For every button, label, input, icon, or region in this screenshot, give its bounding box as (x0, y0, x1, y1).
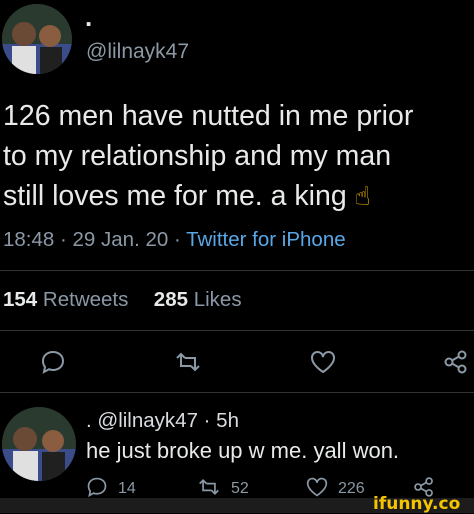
reply-like-count: 226 (338, 480, 365, 497)
reply-header[interactable]: . @lilnayk47 · 5h (86, 409, 239, 433)
reply-text: he just broke up w me. yall won. (86, 438, 400, 463)
reply-retweet-count: 52 (231, 480, 249, 497)
tweet-text-line: still loves me for me. a king ☝ (3, 180, 371, 212)
ifunny-watermark: ifunny.co (373, 494, 461, 514)
likes-label[interactable]: Likes (194, 288, 242, 311)
likes-count[interactable]: 285 (154, 288, 188, 311)
retweet-icon[interactable] (173, 349, 203, 375)
retweets-label[interactable]: Retweets (43, 288, 128, 311)
reply-speech-bubble-icon[interactable] (86, 476, 108, 498)
tweet-text-line: 126 men have nutted in me prior (3, 100, 414, 132)
avatar[interactable] (2, 4, 72, 74)
actions-divider (0, 392, 474, 393)
tweet-timestamp: 18:48 · 29 Jan. 20 · Twitter for iPhone (3, 228, 346, 252)
tweet-text: 126 men have nutted in me prior to my re… (3, 96, 413, 216)
speech-bubble-icon[interactable] (40, 349, 66, 375)
top-divider (0, 270, 474, 271)
reply-retweet-icon[interactable] (196, 476, 222, 498)
heart-icon[interactable] (309, 349, 337, 375)
reply-avatar[interactable] (2, 407, 76, 481)
author-handle[interactable]: @lilnayk47 (86, 40, 189, 64)
stats-divider (0, 330, 474, 331)
tweet-stats: 154 Retweets 285 Likes (3, 288, 242, 312)
share-icon[interactable] (443, 349, 469, 375)
tweet-time: 18:48 · 29 Jan. 20 · (3, 228, 187, 251)
author-name: . (85, 2, 93, 32)
pointing-up-emoji: ☝ (354, 181, 371, 211)
reply-heart-icon[interactable] (305, 476, 329, 498)
tweet-text-line: to my relationship and my man (3, 140, 392, 172)
tweet-client-link[interactable]: Twitter for iPhone (186, 228, 346, 251)
retweets-count[interactable]: 154 (3, 288, 37, 311)
reply-count: 14 (118, 480, 136, 497)
